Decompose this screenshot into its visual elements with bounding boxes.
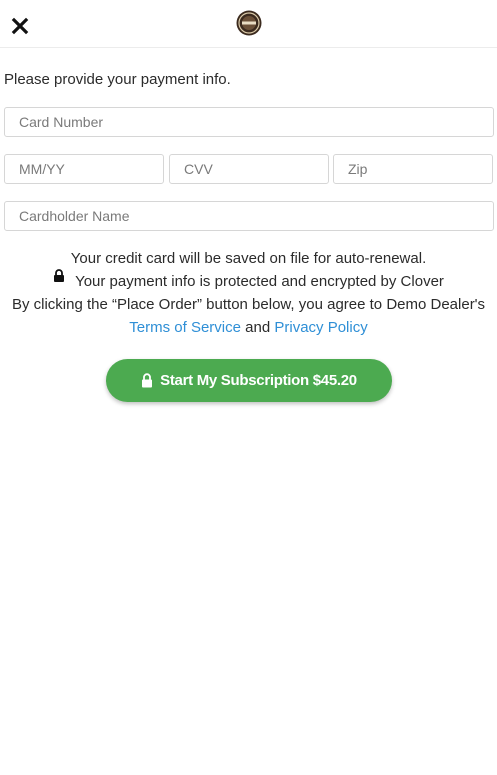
- card-number-input[interactable]: [4, 107, 494, 137]
- lock-icon: [142, 373, 153, 388]
- merchant-logo-icon: [236, 10, 262, 36]
- agreement-note: By clicking the “Place Order” button bel…: [11, 296, 486, 313]
- legal-links-line: Terms of Service and Privacy Policy: [0, 316, 497, 339]
- cardholder-name-input[interactable]: [4, 201, 494, 231]
- zip-input[interactable]: [333, 154, 493, 184]
- security-note: Your payment info is protected and encry…: [75, 273, 444, 290]
- payment-notes: Your credit card will be saved on file f…: [0, 247, 497, 339]
- autorenew-note: Your credit card will be saved on file f…: [70, 250, 427, 267]
- start-subscription-button[interactable]: Start My Subscription $45.20: [106, 359, 392, 402]
- start-subscription-label: Start My Subscription $45.20: [160, 372, 357, 389]
- top-bar: [0, 0, 497, 48]
- privacy-policy-link[interactable]: Privacy Policy: [274, 319, 367, 336]
- form-intro-text: Please provide your payment info.: [4, 71, 231, 88]
- and-text: and: [245, 319, 271, 336]
- close-icon[interactable]: [9, 15, 31, 37]
- terms-of-service-link[interactable]: Terms of Service: [129, 319, 241, 336]
- lock-icon: [53, 267, 65, 282]
- cvv-input[interactable]: [169, 154, 329, 184]
- security-note-line: Your payment info is protected and encry…: [0, 267, 497, 293]
- expiry-input[interactable]: [4, 154, 164, 184]
